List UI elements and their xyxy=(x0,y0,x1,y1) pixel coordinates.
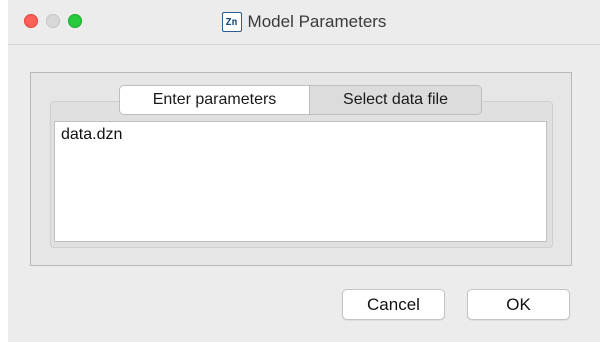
cancel-button[interactable]: Cancel xyxy=(342,289,445,320)
parameters-text-editor[interactable]: data.dzn xyxy=(54,121,547,242)
ok-button[interactable]: OK xyxy=(467,289,570,320)
tab-select-data-file[interactable]: Select data file xyxy=(309,86,481,114)
tab-enter-parameters[interactable]: Enter parameters xyxy=(120,86,309,114)
parameter-tabs: Enter parameters Select data file xyxy=(119,85,482,115)
window-title-group: Zn Model Parameters xyxy=(8,0,600,44)
window-title: Model Parameters xyxy=(247,12,387,31)
title-bar: Zn Model Parameters xyxy=(8,0,600,45)
minizinc-app-icon: Zn xyxy=(221,12,242,32)
